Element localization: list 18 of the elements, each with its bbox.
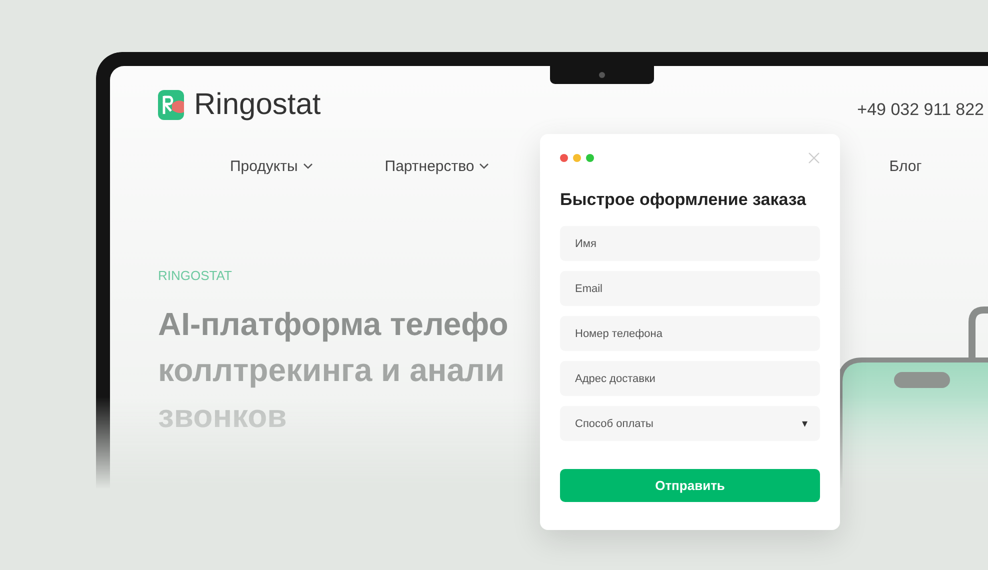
modal-title: Быстрое оформление заказа [560, 190, 808, 210]
input-field[interactable]: Имя [560, 226, 820, 261]
nav-link[interactable]: Продукты [230, 158, 313, 174]
input-field[interactable]: Email [560, 271, 820, 306]
phone-number[interactable]: +49 032 911 822 [857, 100, 984, 120]
caret-icon: ▾ [802, 417, 808, 430]
chevron-down-icon [479, 163, 490, 169]
input-field[interactable]: Номер телефона [560, 316, 820, 351]
logo-icon [158, 90, 186, 120]
payment-select[interactable]: Способ оплаты ▾ [560, 406, 820, 441]
nav-link[interactable]: Блог [889, 158, 922, 174]
logo-text: Ringostat [194, 88, 321, 122]
input-field[interactable]: Адрес доставки [560, 361, 820, 396]
window-dots-icon [560, 154, 594, 162]
close-icon[interactable] [808, 152, 820, 164]
eyebrow-label: RINGOSTAT [158, 268, 233, 283]
nav-link[interactable]: Партнерство [384, 158, 490, 174]
chevron-down-icon [302, 163, 313, 169]
